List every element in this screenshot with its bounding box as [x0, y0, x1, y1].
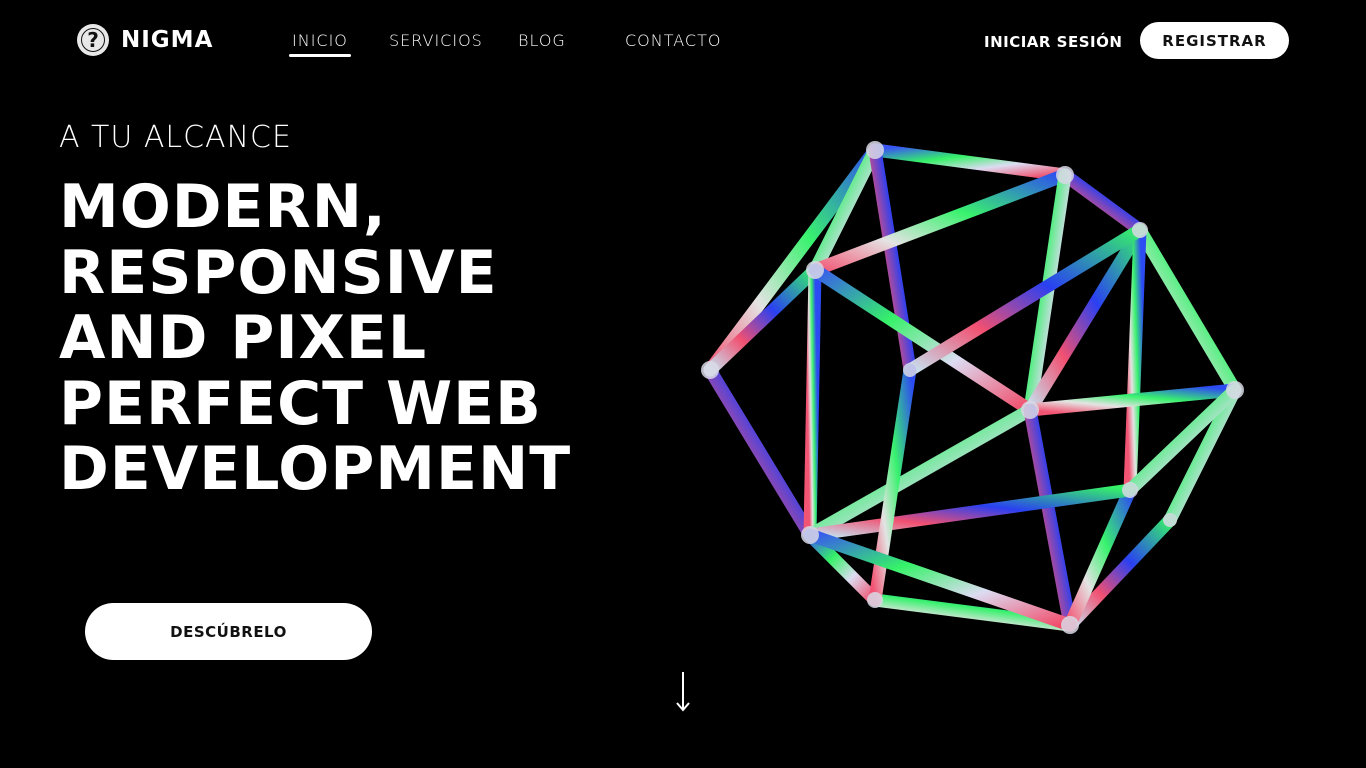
logo[interactable]: ? NIGMA [77, 24, 213, 56]
brand-name: NIGMA [121, 27, 214, 53]
headline-line: PERFECT WEB [59, 368, 542, 439]
question-mark-icon: ? [77, 24, 109, 56]
headline-line: MODERN, [59, 172, 387, 242]
register-button[interactable]: REGISTRAR [1140, 22, 1289, 59]
nav-item-contacto[interactable]: CONTACTO [625, 31, 721, 50]
headline-line: RESPONSIVE [59, 237, 498, 308]
arrow-down-icon[interactable] [674, 670, 692, 714]
headline-line: DEVELOPMENT [59, 434, 572, 504]
nav-item-blog[interactable]: BLOG [518, 31, 566, 50]
login-link[interactable]: INICIAR SESIÓN [984, 33, 1122, 51]
nav-item-servicios[interactable]: SERVICIOS [389, 31, 483, 50]
hero-eyebrow: A TU ALCANCE [59, 120, 292, 155]
discover-button[interactable]: DESCÚBRELO [85, 603, 372, 660]
hero-headline: MODERN, RESPONSIVE AND PIXEL PERFECT WEB… [59, 172, 619, 504]
icosahedron-artwork [701, 141, 1244, 634]
nav-item-inicio[interactable]: INICIO [289, 31, 351, 57]
headline-line: AND PIXEL [59, 303, 428, 373]
